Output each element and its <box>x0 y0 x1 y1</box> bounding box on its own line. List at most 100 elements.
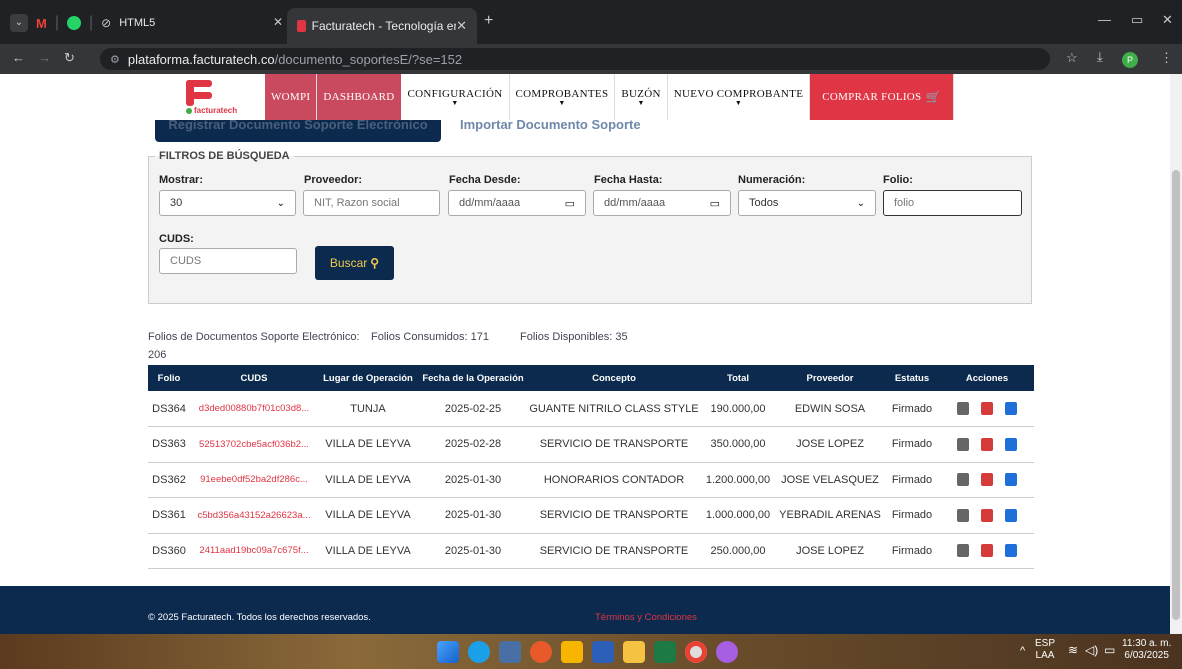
pdf-icon[interactable] <box>981 437 993 451</box>
xml-download-icon[interactable] <box>1005 473 1017 487</box>
calendar-icon[interactable]: ▭ <box>710 197 720 210</box>
cell-fecha: 2025-01-30 <box>418 462 528 498</box>
xml-download-icon[interactable] <box>1005 508 1017 522</box>
site-settings-icon[interactable]: ⚙ <box>110 53 120 66</box>
tab-search-icon[interactable]: ⌄ <box>10 14 28 32</box>
xml-download-icon[interactable] <box>1005 402 1017 415</box>
cell-estatus: Firmado <box>884 497 940 534</box>
pdf-icon[interactable] <box>981 508 993 522</box>
sticky-notes-icon[interactable] <box>561 641 583 663</box>
nav-configuracion[interactable]: CONFIGURACIÓN ▼ <box>402 74 510 120</box>
copy-icon[interactable] <box>957 402 969 415</box>
proveedor-input[interactable]: NIT, Razon social <box>303 190 440 216</box>
register-document-button[interactable]: Registrar Documento Soporte Electrónico <box>155 117 441 142</box>
facturatech-favicon <box>297 20 306 32</box>
tray-chevron-icon[interactable]: ^ <box>1020 645 1025 657</box>
cell-cuds[interactable]: 2411aad19bc09a7c675f... <box>190 533 318 569</box>
restore-icon[interactable]: ▭ <box>1131 12 1143 28</box>
battery-icon[interactable]: ▭ <box>1104 644 1115 656</box>
windows-taskbar <box>0 634 1182 669</box>
table-row: DS361 c5bd356a43152a26623a... VILLA DE LEY… <box>148 497 1034 534</box>
page-footer <box>0 586 1170 634</box>
edge-icon[interactable] <box>468 641 490 663</box>
cell-proveedor: JOSE LOPEZ <box>776 533 884 569</box>
facturatech-logo[interactable]: facturatech <box>183 78 237 118</box>
cell-cuds[interactable]: d3ded00880b7f01c03d8... <box>190 391 318 427</box>
import-document-link[interactable]: Importar Documento Soporte <box>460 117 641 132</box>
copy-icon[interactable] <box>957 437 969 451</box>
cell-acciones <box>940 462 1034 498</box>
menu-kebab-icon[interactable]: ⋮ <box>1160 50 1173 66</box>
tab-facturatech[interactable]: Facturatech - Tecnología en fac ✕ <box>287 8 477 44</box>
pdf-icon[interactable] <box>981 544 993 558</box>
cell-proveedor: YEBRADIL ARENAS <box>776 497 884 534</box>
top-navbar: facturatech WOMPI DASHBOARD CONFIGURACIÓ… <box>0 74 1170 120</box>
xml-download-icon[interactable] <box>1005 544 1017 558</box>
minimize-icon[interactable]: — <box>1098 12 1111 27</box>
chrome-profile-icon[interactable] <box>716 641 738 663</box>
pinned-tabs: ⌄ M | | ⊘ HTML5 <box>10 12 155 34</box>
cell-estatus: Firmado <box>884 391 940 427</box>
app-icon[interactable] <box>530 641 552 663</box>
language-indicator[interactable]: ESP LAA <box>1035 638 1055 662</box>
fecha-desde-input[interactable]: dd/mm/aaaa ▭ <box>448 190 586 216</box>
pdf-icon[interactable] <box>981 473 993 487</box>
word-icon[interactable] <box>592 641 614 663</box>
mostrar-select[interactable]: 30 ⌄ <box>159 190 296 216</box>
volume-icon[interactable]: ◁) <box>1085 644 1098 656</box>
window-close-icon[interactable]: ✕ <box>1162 12 1173 28</box>
cell-folio: DS361 <box>148 497 190 534</box>
copy-icon[interactable] <box>957 473 969 487</box>
cell-concepto: GUANTE NITRILO CLASS STYLE <box>528 391 700 427</box>
fecha-hasta-input[interactable]: dd/mm/aaaa ▭ <box>593 190 731 216</box>
gmail-icon[interactable]: M <box>36 16 47 31</box>
wifi-icon[interactable]: ≋ <box>1068 644 1078 656</box>
pdf-icon[interactable] <box>981 402 993 415</box>
mostrar-label: Mostrar: <box>159 174 204 186</box>
cell-acciones <box>940 426 1034 463</box>
copy-icon[interactable] <box>957 544 969 558</box>
new-tab-button[interactable]: + <box>484 12 493 30</box>
numeracion-select[interactable]: Todos ⌄ <box>738 190 876 216</box>
back-icon[interactable]: ← <box>12 50 25 65</box>
profile-avatar[interactable]: P <box>1122 52 1138 68</box>
scrollbar-thumb[interactable] <box>1172 170 1180 620</box>
nav-dashboard[interactable]: DASHBOARD <box>317 74 402 120</box>
terms-link[interactable]: Términos y Condiciones <box>595 612 697 623</box>
start-icon[interactable] <box>437 641 459 663</box>
clock[interactable]: 11:30 a. m. 6/03/2025 <box>1122 638 1171 662</box>
excel-icon[interactable] <box>654 641 676 663</box>
download-icon[interactable]: ⤓ <box>1097 49 1103 65</box>
close-icon[interactable]: ✕ <box>456 18 467 34</box>
url-field[interactable]: ⚙ plataforma.facturatech.co/documento_so… <box>100 48 1050 70</box>
buscar-button[interactable]: Buscar ⚲ <box>315 246 394 280</box>
cell-fecha: 2025-02-28 <box>418 426 528 463</box>
comprar-folios-button[interactable]: COMPRAR FOLIOS 🛒 <box>810 74 954 120</box>
cell-cuds[interactable]: 91eebe0df52ba2df286c... <box>190 462 318 498</box>
nav-wompi[interactable]: WOMPI <box>265 74 318 120</box>
cell-lugar: VILLA DE LEYVA <box>318 462 418 498</box>
cell-cuds[interactable]: 52513702cbe5acf036b2... <box>190 426 318 463</box>
bookmark-star-icon[interactable]: ☆ <box>1066 50 1078 66</box>
reload-icon[interactable]: ↻ <box>64 50 75 66</box>
col-cuds: CUDS <box>190 365 318 391</box>
chrome-icon[interactable] <box>685 641 707 663</box>
cell-cuds[interactable]: c5bd356a43152a26623a... <box>190 497 318 534</box>
nav-nuevo-comprobante[interactable]: NUEVO COMPROBANTE ▼ <box>668 74 811 120</box>
close-tab-icon[interactable]: ✕ <box>273 15 283 29</box>
cell-fecha: 2025-01-30 <box>418 533 528 569</box>
folio-input[interactable]: folio <box>883 190 1022 216</box>
fecha-desde-placeholder: dd/mm/aaaa <box>459 197 521 209</box>
file-explorer-icon[interactable] <box>623 641 645 663</box>
pinned-tab-html5[interactable]: HTML5 <box>119 17 155 29</box>
whatsapp-icon[interactable] <box>67 16 81 30</box>
cell-estatus: Firmado <box>884 533 940 569</box>
nav-buzon[interactable]: BUZÓN ▼ <box>615 74 668 120</box>
cuds-input[interactable]: CUDS <box>159 248 297 274</box>
forward-icon[interactable]: → <box>38 50 51 65</box>
calculator-icon[interactable] <box>499 641 521 663</box>
copy-icon[interactable] <box>957 508 969 522</box>
nav-comprobantes[interactable]: COMPROBANTES ▼ <box>510 74 616 120</box>
xml-download-icon[interactable] <box>1005 437 1017 451</box>
calendar-icon[interactable]: ▭ <box>565 197 575 210</box>
